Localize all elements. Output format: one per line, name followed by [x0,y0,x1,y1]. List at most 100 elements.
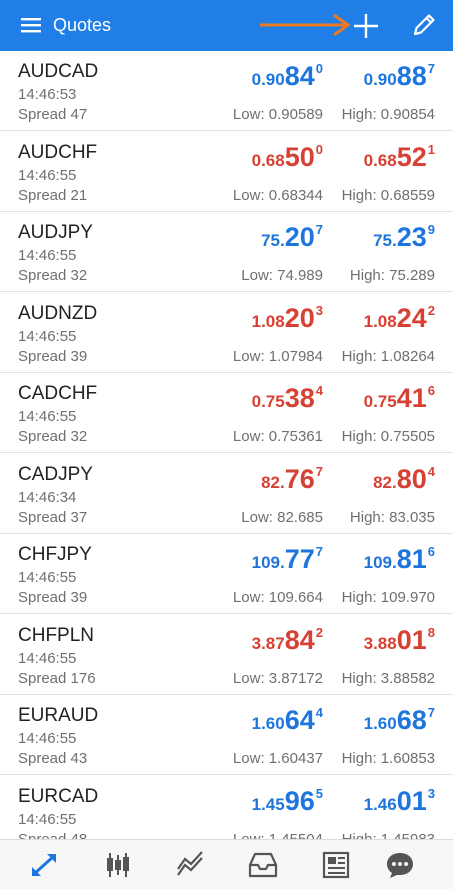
bid-price-prefix: 0.68 [251,150,285,170]
low-value: Low: 0.90589 [232,106,323,123]
bid-price: 1.45 96 5 [252,784,323,818]
chart-icon[interactable] [102,850,134,880]
chat-icon[interactable] [384,850,416,880]
ask-price-fraction: 9 [427,222,435,237]
ask-price: 3.88 01 8 [364,623,435,657]
ask-price-prefix: 1.46 [363,794,397,814]
bid-price-prefix: 0.90 [251,70,285,89]
trade-icon[interactable] [175,850,207,880]
ask-price: 1.46 01 3 [364,784,435,818]
quotes-icon[interactable] [28,850,60,880]
low-value: Low: 1.45504 [232,830,323,840]
quote-row[interactable]: AUDCAD 14:46:53 Spread 47 0.90 84 0 0.90 88 7 Low… [0,51,453,131]
bid-price-fraction: 0 [315,61,323,76]
spread-value: Spread 32 [18,267,88,284]
low-value: Low: 3.87172 [232,669,323,687]
bid-price: 0.75 38 4 [252,381,323,415]
symbol-name: AUDCHF [18,141,98,163]
ask-price: 1.08 24 2 [364,301,435,335]
ask-price-prefix: 3.88 [363,633,397,653]
bid-price-fraction: 7 [315,222,323,237]
bid-price-prefix: 1.08 [251,311,285,331]
high-value: High: 0.75505 [341,428,435,445]
low-value: Low: 1.60437 [232,750,323,767]
ask-price-fraction: 2 [427,302,435,318]
high-value: High: 75.289 [349,267,435,284]
quote-row[interactable]: AUDJPY 14:46:55 Spread 32 75. 20 7 75. 23 9 Low: … [0,212,453,292]
ask-price-fraction: 4 [427,463,435,479]
quotes-list[interactable]: AUDCAD 14:46:53 Spread 47 0.90 84 0 0.90 88 7 Low… [0,51,453,839]
quote-time: 14:46:34 [18,488,77,506]
quote-time: 14:46:55 [18,730,77,747]
edit-icon[interactable] [410,11,438,39]
bid-price-fraction: 0 [315,141,323,157]
low-value: Low: 109.664 [232,589,323,606]
bid-price-pips: 96 [284,785,315,816]
bid-price-prefix: 1.45 [251,794,285,814]
bid-price-fraction: 4 [315,705,323,720]
quote-row[interactable]: CADJPY 14:46:34 Spread 37 82. 76 7 82. 80 4 Low: … [0,454,453,534]
ask-price-prefix: 1.60 [363,714,397,733]
bid-price-pips: 76 [284,463,315,494]
bid-price-prefix: 3.87 [251,633,285,653]
history-icon[interactable] [247,850,279,880]
ask-price-fraction: 6 [427,544,435,559]
high-value: High: 0.68559 [341,186,435,204]
bid-price: 82. 76 7 [261,462,323,496]
add-icon[interactable] [352,12,380,40]
ask-price-fraction: 8 [427,624,435,640]
bid-price: 109. 77 7 [252,542,323,576]
ask-price-fraction: 3 [427,785,435,801]
ask-price: 109. 81 6 [364,542,435,576]
quote-time: 14:46:55 [18,166,77,184]
bid-price-pips: 38 [284,383,315,413]
menu-icon[interactable] [20,14,42,36]
ask-price-pips: 24 [396,302,427,333]
spread-value: Spread 37 [18,508,88,526]
quote-row[interactable]: CHFJPY 14:46:55 Spread 39 109. 77 7 109. 81 6 Low… [0,534,453,614]
symbol-name: AUDJPY [18,222,93,243]
symbol-name: EURAUD [18,705,99,726]
symbol-name: AUDNZD [18,302,98,324]
bid-price-prefix: 75. [261,231,285,250]
ask-price: 0.75 41 6 [364,381,435,415]
bid-price-fraction: 7 [315,544,323,559]
news-icon[interactable] [320,850,352,880]
ask-price-prefix: 0.68 [363,150,397,170]
bid-price-prefix: 109. [251,553,285,572]
quote-row[interactable]: AUDCHF 14:46:55 Spread 21 0.68 50 0 0.68 52 1 Low… [0,132,453,212]
bid-price-prefix: 82. [261,472,285,492]
arrow-annotation [260,13,351,37]
symbol-name: CHFJPY [18,544,92,565]
bid-price-fraction: 4 [315,383,323,398]
symbol-name: EURCAD [18,785,99,807]
symbol-name: CADCHF [18,383,98,404]
quote-row[interactable]: EURAUD 14:46:55 Spread 43 1.60 64 4 1.60 68 7 Low… [0,695,453,775]
spread-value: Spread 39 [18,347,88,365]
quote-row[interactable]: CHFPLN 14:46:55 Spread 176 3.87 84 2 3.88 01 8 Lo… [0,615,453,695]
ask-price-pips: 52 [396,141,427,172]
bid-price-pips: 20 [284,302,315,333]
spread-value: Spread 48 [18,830,88,840]
quote-row[interactable]: AUDNZD 14:46:55 Spread 39 1.08 20 3 1.08 24 2 Low… [0,293,453,373]
quote-time: 14:46:55 [18,247,77,264]
symbol-name: CHFPLN [18,624,95,646]
spread-value: Spread 43 [18,750,88,767]
ask-price-prefix: 75. [373,231,397,250]
high-value: High: 1.45983 [341,830,435,840]
quote-time: 14:46:53 [18,86,77,103]
high-value: High: 0.90854 [341,106,435,123]
ask-price-pips: 88 [396,61,427,91]
quote-row[interactable]: EURCAD 14:46:55 Spread 48 1.45 96 5 1.46 01 3 Low… [0,776,453,840]
high-value: High: 3.88582 [341,669,435,687]
quote-time: 14:46:55 [18,327,77,345]
quote-row[interactable]: CADCHF 14:46:55 Spread 32 0.75 38 4 0.75 41 6 Low… [0,373,453,453]
page-title: Quotes [53,15,112,35]
low-value: Low: 74.989 [241,267,323,284]
bid-price-pips: 77 [284,544,315,574]
ask-price-pips: 01 [396,624,427,655]
spread-value: Spread 21 [18,186,88,204]
low-value: Low: 1.07984 [232,347,323,365]
bottom-navigation [0,839,453,889]
ask-price: 1.60 68 7 [364,703,435,737]
